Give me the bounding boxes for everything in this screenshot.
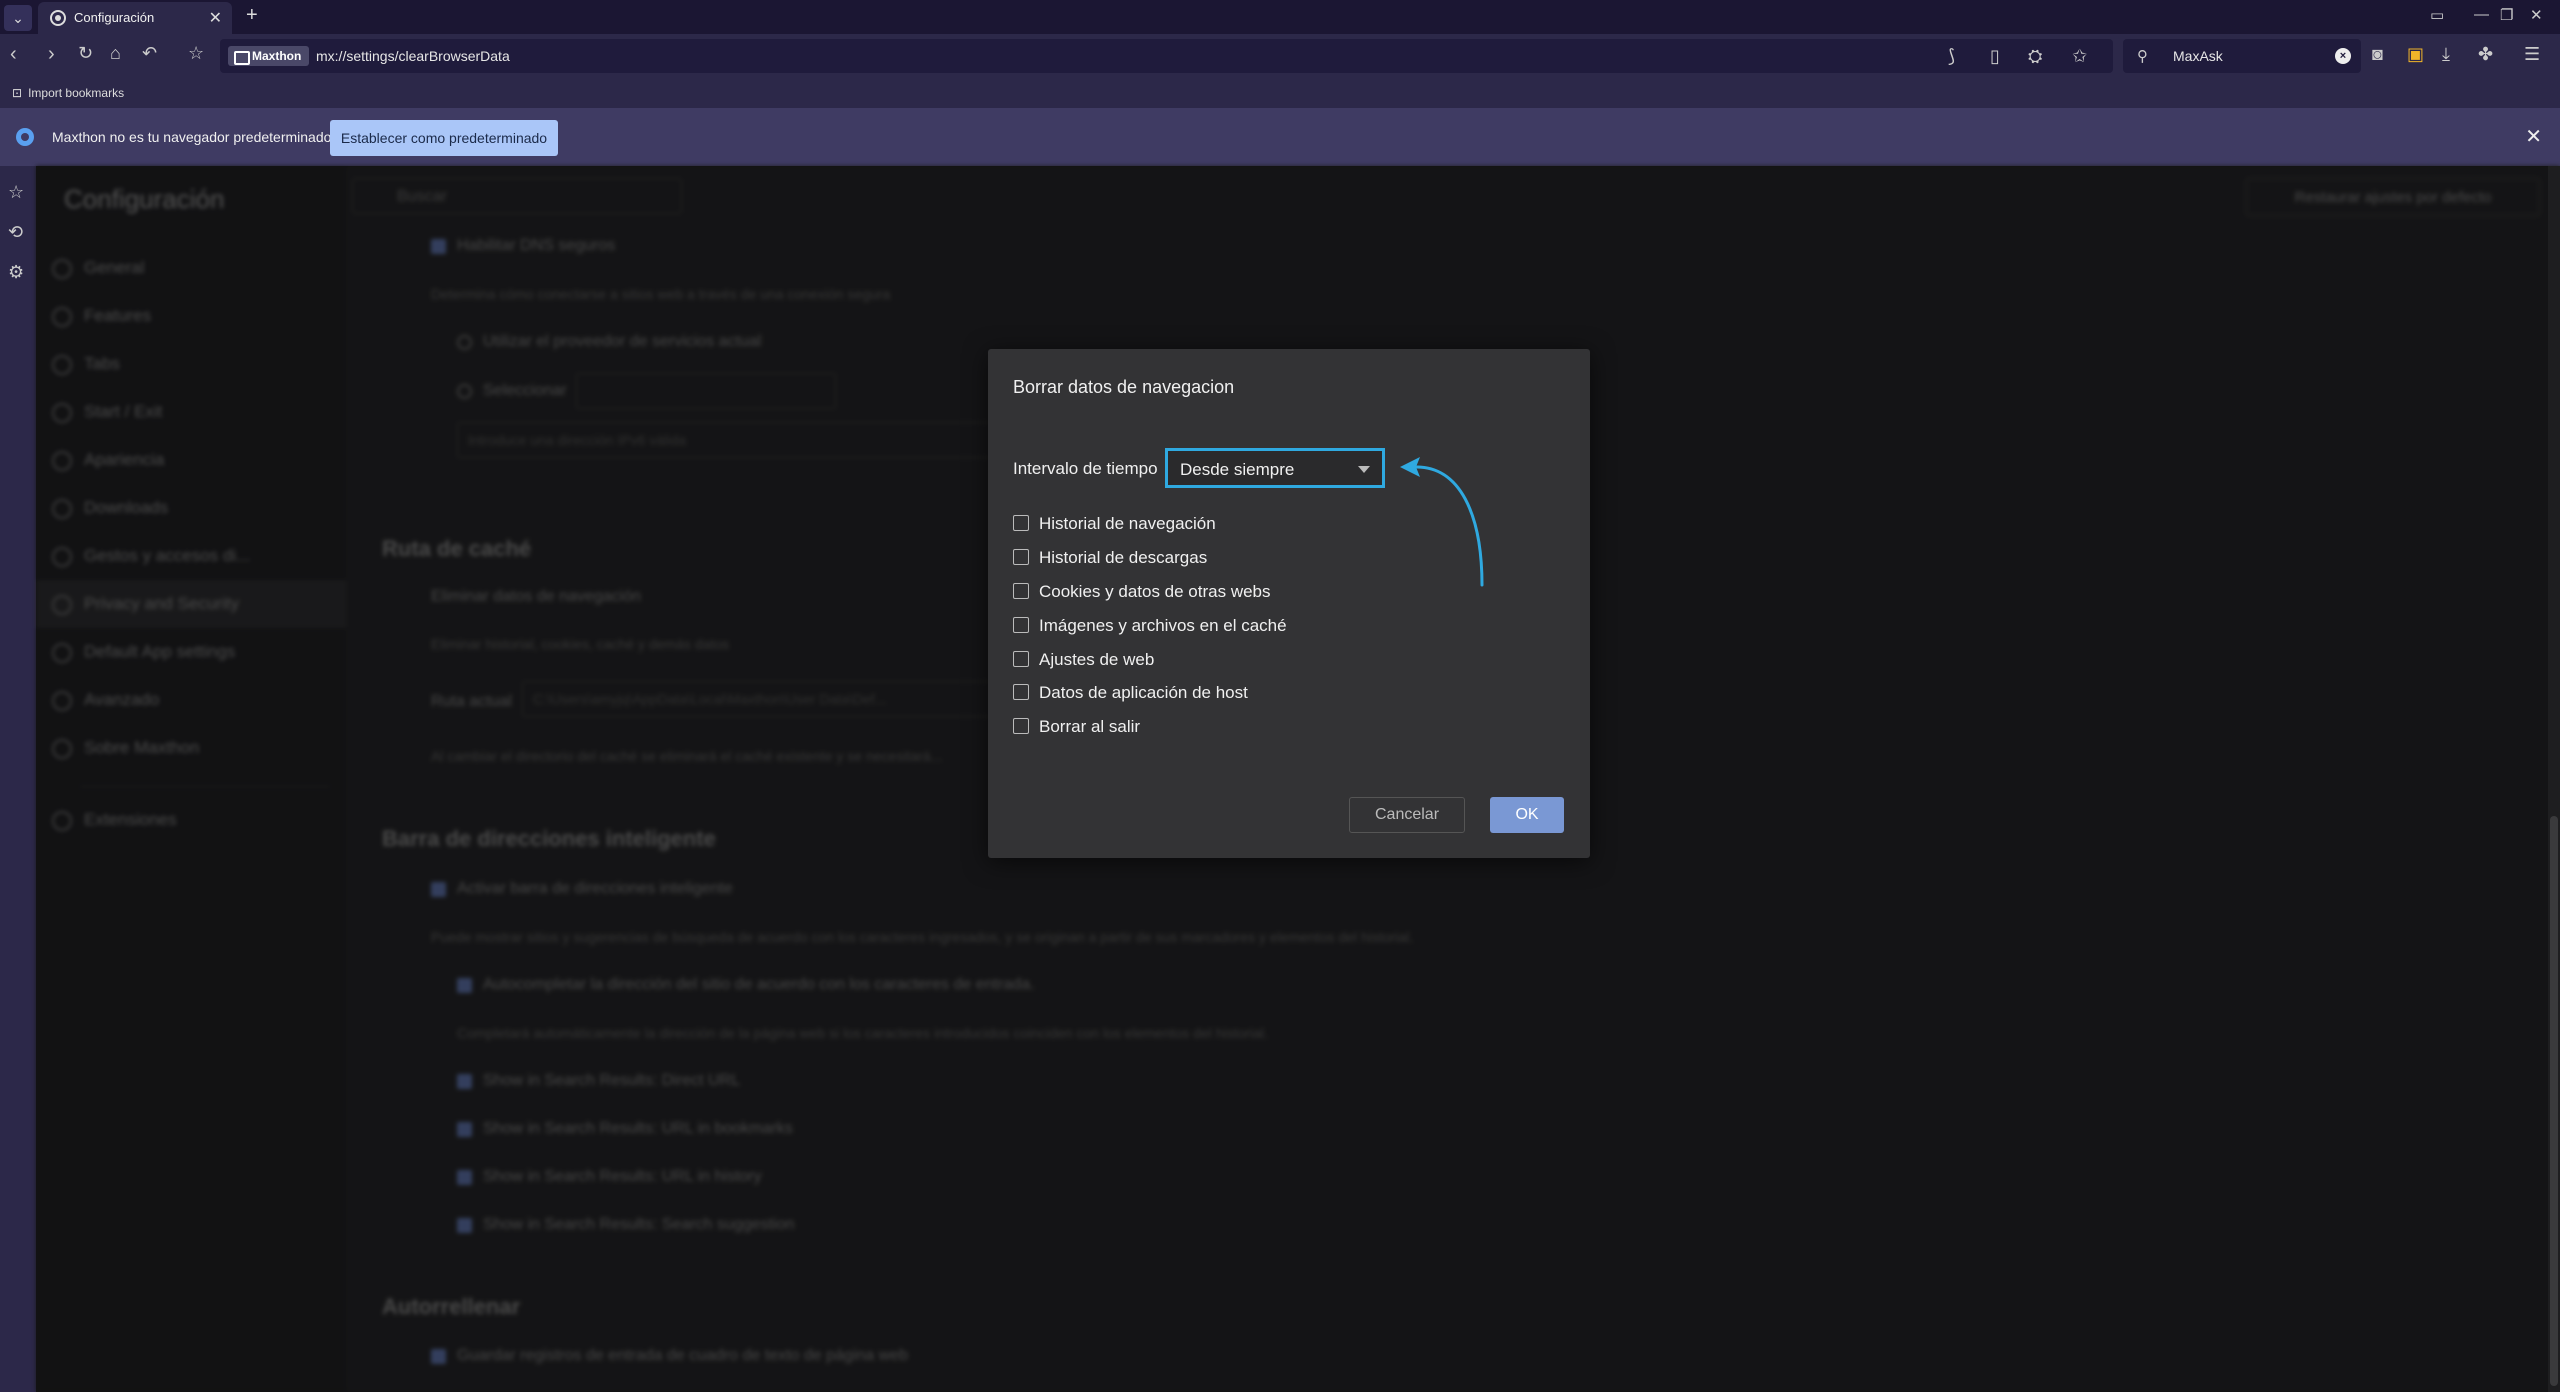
clear-browsing-data-dialog: Borrar datos de navegacion Intervalo de … bbox=[988, 349, 1590, 858]
new-tab-button[interactable]: + bbox=[246, 4, 258, 27]
tab-strip: ⌄ Configuración ✕ + ▭ — ❐ ✕ bbox=[0, 0, 2560, 34]
notes-icon[interactable]: ▣ bbox=[2407, 44, 2424, 65]
bookmark-star-icon[interactable]: ☆ bbox=[188, 43, 204, 64]
tab-close-icon[interactable]: ✕ bbox=[209, 8, 222, 28]
checkbox[interactable] bbox=[1013, 549, 1029, 565]
restore-button[interactable]: ❐ bbox=[2500, 6, 2513, 24]
url-text[interactable]: mx://settings/clearBrowserData bbox=[316, 48, 510, 64]
maxthon-logo-icon bbox=[16, 128, 34, 146]
favorite-icon[interactable]: ✩ bbox=[2072, 46, 2087, 67]
option-label: Cookies y datos de otras webs bbox=[1039, 582, 1271, 601]
option-label: Historial de navegación bbox=[1039, 514, 1216, 533]
tab-title: Configuración bbox=[74, 10, 155, 25]
forward-button[interactable]: › bbox=[48, 43, 55, 66]
option-label: Historial de descargas bbox=[1039, 548, 1208, 567]
back-button[interactable]: ‹ bbox=[10, 43, 17, 66]
clear-search-icon[interactable]: × bbox=[2335, 48, 2351, 64]
maxthon-badge: Maxthon bbox=[228, 46, 310, 66]
option-label: Datos de aplicación de host bbox=[1039, 683, 1248, 702]
checkbox[interactable] bbox=[1013, 684, 1029, 700]
settings-gear-icon[interactable]: ⚙ bbox=[8, 262, 24, 283]
checkbox[interactable] bbox=[1013, 515, 1029, 531]
option-label: Imágenes y archivos en el caché bbox=[1039, 616, 1287, 635]
page-scrollbar[interactable] bbox=[2548, 166, 2560, 1392]
undo-close-button[interactable]: ↶ bbox=[142, 43, 157, 64]
reload-button[interactable]: ↻ bbox=[78, 43, 93, 64]
adblock-icon[interactable]: ⛭ bbox=[2028, 46, 2042, 67]
ok-button[interactable]: OK bbox=[1490, 797, 1564, 833]
maxthon-services-icon[interactable]: ⟲ bbox=[8, 222, 23, 243]
checkbox[interactable] bbox=[1013, 583, 1029, 599]
reader-mode-icon[interactable]: ▯ bbox=[1990, 46, 2000, 67]
extensions-icon[interactable]: ✤ bbox=[2478, 44, 2493, 65]
time-range-value: Desde siempre bbox=[1180, 460, 1295, 479]
time-range-label: Intervalo de tiempo bbox=[1013, 459, 1158, 478]
search-box[interactable]: ⚲ MaxAsk × bbox=[2123, 39, 2361, 73]
option-label: Borrar al salir bbox=[1039, 717, 1141, 736]
dialog-title: Borrar datos de navegacion bbox=[1013, 377, 1235, 397]
sidebar-toggle-icon[interactable]: ▭ bbox=[2430, 6, 2444, 24]
tab-list-menu-button[interactable]: ⌄ bbox=[4, 5, 32, 31]
default-browser-notification: Maxthon no es tu navegador predeterminad… bbox=[0, 108, 2560, 166]
minimize-button[interactable]: — bbox=[2474, 6, 2489, 23]
favorites-icon[interactable]: ☆ bbox=[8, 182, 24, 203]
address-bar[interactable]: Maxthon mx://settings/clearBrowserData ⟆… bbox=[220, 39, 2113, 73]
option-label: Ajustes de web bbox=[1039, 650, 1155, 669]
checkbox[interactable] bbox=[1013, 718, 1029, 734]
tab-settings[interactable]: Configuración ✕ bbox=[38, 2, 232, 34]
main-menu-icon[interactable]: ☰ bbox=[2524, 44, 2540, 65]
notification-text: Maxthon no es tu navegador predeterminad… bbox=[52, 129, 332, 145]
home-button[interactable]: ⌂ bbox=[110, 43, 121, 64]
gear-icon bbox=[50, 10, 66, 26]
annotation-arrow bbox=[1400, 457, 1484, 587]
read-aloud-icon[interactable]: ⟆ bbox=[1948, 46, 1955, 67]
left-sidebar: ☆ ⟲ ⚙ bbox=[0, 166, 36, 1392]
notification-close-icon[interactable]: ✕ bbox=[2525, 124, 2542, 149]
bookmarks-bar: Import bookmarks bbox=[0, 78, 2560, 108]
time-range-select[interactable]: Desde siempre bbox=[1165, 448, 1385, 488]
download-icon[interactable]: ⤓ bbox=[2442, 44, 2450, 65]
chevron-down-icon bbox=[1358, 466, 1370, 473]
checkbox[interactable] bbox=[1013, 617, 1029, 633]
search-engine-text[interactable]: MaxAsk bbox=[2173, 48, 2223, 64]
close-window-button[interactable]: ✕ bbox=[2530, 6, 2543, 24]
navigation-bar: ‹ › ↻ ⌂ ↶ ☆ Maxthon mx://settings/clearB… bbox=[0, 34, 2560, 78]
cancel-button[interactable]: Cancelar bbox=[1349, 797, 1465, 833]
scrollbar-thumb[interactable] bbox=[2550, 816, 2558, 1386]
set-default-button[interactable]: Establecer como predeterminado bbox=[330, 120, 558, 156]
checkbox[interactable] bbox=[1013, 651, 1029, 667]
import-bookmarks-link[interactable]: Import bookmarks bbox=[12, 86, 124, 100]
search-icon: ⚲ bbox=[2137, 48, 2148, 65]
screenshot-icon[interactable]: ◙ bbox=[2372, 44, 2383, 65]
